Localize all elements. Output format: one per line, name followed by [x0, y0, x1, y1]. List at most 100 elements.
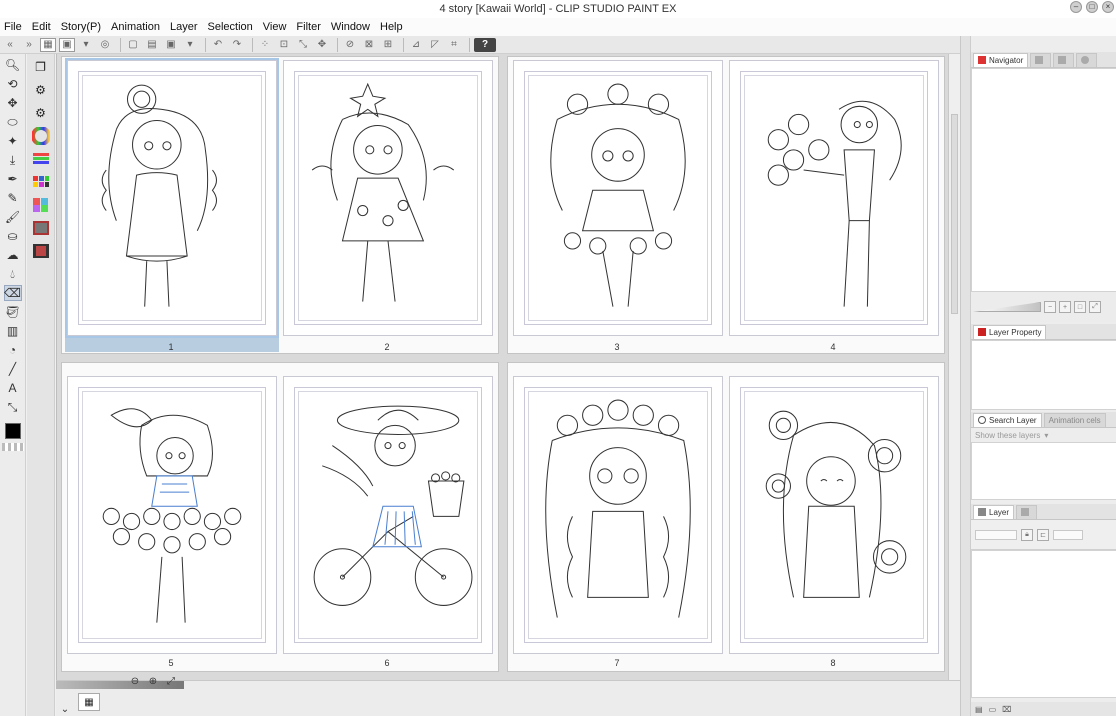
- lock-icon[interactable]: 🔒︎: [1021, 528, 1033, 541]
- tab-layer-property[interactable]: Layer Property: [973, 324, 1047, 339]
- menu-story[interactable]: Story(P): [61, 21, 107, 33]
- grid-view-icon[interactable]: ▦: [40, 37, 56, 52]
- new-folder-icon[interactable]: ▭: [989, 705, 997, 714]
- zoom-slider[interactable]: [973, 302, 1041, 312]
- transform-icon[interactable]: ⤡: [295, 38, 311, 52]
- move-layer-tool-icon[interactable]: ✥: [4, 95, 22, 111]
- tab-sub-view[interactable]: [1030, 52, 1052, 67]
- tool-property-icon[interactable]: ⚙: [31, 80, 51, 100]
- canvas-vertical-scrollbar[interactable]: [948, 54, 960, 680]
- operation-tool-icon[interactable]: ⟲: [4, 76, 22, 92]
- manuscript-page[interactable]: [513, 60, 723, 336]
- opacity-dropdown[interactable]: [1053, 529, 1083, 540]
- correct-line-tool-icon[interactable]: ⤡: [4, 399, 22, 415]
- manuscript-page[interactable]: [65, 58, 279, 338]
- manuscript-page[interactable]: [729, 376, 939, 654]
- menu-filter[interactable]: Filter: [296, 21, 326, 33]
- undo-icon[interactable]: ↶: [210, 38, 226, 52]
- manuscript-page[interactable]: [513, 376, 723, 654]
- eyedropper-tool-icon[interactable]: ⤓: [4, 152, 22, 168]
- close-icon[interactable]: ×: [1102, 1, 1114, 13]
- fit-icon[interactable]: □: [1074, 301, 1086, 313]
- layer-list[interactable]: [971, 550, 1116, 698]
- brush-size-icon[interactable]: ⚙: [31, 103, 51, 123]
- color-wheel-icon[interactable]: [31, 126, 51, 146]
- line-tool-icon[interactable]: ╱: [4, 361, 22, 377]
- intermediate-color-icon[interactable]: [31, 195, 51, 215]
- tab-info[interactable]: [1076, 52, 1098, 67]
- open-file-icon[interactable]: ▤: [144, 38, 160, 52]
- zoom-in-icon[interactable]: ⊕: [146, 675, 160, 687]
- zoom-tool-icon[interactable]: 🔍︎: [4, 57, 22, 73]
- zoom-out-icon[interactable]: −: [1044, 301, 1056, 313]
- menu-help[interactable]: Help: [380, 21, 409, 33]
- invert-selection-icon[interactable]: ⊠: [361, 38, 377, 52]
- new-file-icon[interactable]: ▢: [125, 38, 141, 52]
- expand-down-icon[interactable]: ⌄: [58, 703, 72, 715]
- select-area-icon[interactable]: ⁘: [257, 38, 273, 52]
- scrollbar-thumb[interactable]: [951, 114, 958, 314]
- decoration-tool-icon[interactable]: ☁: [4, 247, 22, 263]
- main-color-swatch[interactable]: [4, 423, 21, 439]
- tab-layer[interactable]: Layer: [973, 504, 1015, 519]
- manuscript-page[interactable]: [729, 60, 939, 336]
- blend-tool-icon[interactable]: 💧︎: [4, 266, 22, 282]
- navigator-preview[interactable]: [971, 68, 1116, 292]
- airbrush-tool-icon[interactable]: ⛀: [4, 228, 22, 244]
- tab-animation-cels[interactable]: Animation cels: [1043, 412, 1106, 427]
- help-button[interactable]: ?: [474, 37, 496, 52]
- menu-window[interactable]: Window: [331, 21, 376, 33]
- tab-frames[interactable]: [1016, 504, 1038, 519]
- auto-select-tool-icon[interactable]: ✦: [4, 133, 22, 149]
- text-tool-icon[interactable]: A: [4, 380, 22, 396]
- minimize-icon[interactable]: –: [1070, 1, 1082, 13]
- snap-icon[interactable]: ◸: [427, 38, 443, 52]
- transparent-color-swatch[interactable]: [1, 443, 24, 451]
- save-icon[interactable]: ▣: [163, 38, 179, 52]
- maximize-icon[interactable]: □: [1086, 1, 1098, 13]
- menu-edit[interactable]: Edit: [32, 21, 57, 33]
- pen-tool-icon[interactable]: ✒: [4, 171, 22, 187]
- fill-tool-icon[interactable]: 🪣︎: [4, 304, 22, 320]
- animation-timeline-icon[interactable]: [31, 241, 51, 261]
- collapse-left-icon[interactable]: «: [2, 38, 18, 52]
- fit-window-icon[interactable]: ⤢: [164, 675, 178, 687]
- redo-icon[interactable]: ↷: [229, 38, 245, 52]
- eraser-tool-icon[interactable]: ⌫: [3, 285, 22, 301]
- menu-selection[interactable]: Selection: [208, 21, 259, 33]
- sub-tool-icon[interactable]: ❐: [31, 57, 51, 77]
- ruler-icon[interactable]: ⊿: [408, 38, 424, 52]
- manuscript-page[interactable]: [283, 60, 493, 336]
- story-editor-icon[interactable]: ▦: [78, 693, 100, 711]
- dock-collapse-strip[interactable]: [961, 36, 971, 716]
- menu-layer[interactable]: Layer: [170, 21, 204, 33]
- menu-animation[interactable]: Animation: [111, 21, 166, 33]
- brush-tool-icon[interactable]: 🖌︎: [4, 209, 22, 225]
- dropdown-icon[interactable]: ▾: [182, 38, 198, 52]
- gradient-tool-icon[interactable]: ▥: [4, 323, 22, 339]
- layer-filter-dropdown[interactable]: Show these layers ▾: [971, 428, 1116, 442]
- display-mode-icon[interactable]: ▣: [59, 37, 75, 52]
- color-set-icon[interactable]: [31, 172, 51, 192]
- pencil-tool-icon[interactable]: ✎: [4, 190, 22, 206]
- crop-icon[interactable]: ⊡: [276, 38, 292, 52]
- zoom-in-icon[interactable]: +: [1059, 301, 1071, 313]
- clip-studio-icon[interactable]: ◎: [97, 38, 113, 52]
- move-icon[interactable]: ✥: [314, 38, 330, 52]
- manuscript-page[interactable]: [283, 376, 493, 654]
- tab-search-layer[interactable]: Search Layer: [973, 412, 1042, 427]
- selection-tool-icon[interactable]: ⬭: [4, 114, 22, 130]
- menu-file[interactable]: File: [4, 21, 28, 33]
- color-slider-icon[interactable]: [31, 149, 51, 169]
- new-layer-icon[interactable]: ▤: [975, 705, 983, 714]
- menu-view[interactable]: View: [263, 21, 293, 33]
- show-selection-icon[interactable]: ⊞: [380, 38, 396, 52]
- clip-icon[interactable]: ⊏: [1037, 528, 1049, 541]
- deselect-icon[interactable]: ⊘: [342, 38, 358, 52]
- dropdown-icon[interactable]: ▾: [78, 38, 94, 52]
- blend-mode-dropdown[interactable]: [975, 529, 1017, 540]
- manuscript-page[interactable]: [67, 376, 277, 654]
- figure-tool-icon[interactable]: ◔: [4, 342, 22, 358]
- rotate-icon[interactable]: ⤢: [1089, 301, 1101, 313]
- delete-layer-icon[interactable]: ⌧: [1002, 705, 1011, 714]
